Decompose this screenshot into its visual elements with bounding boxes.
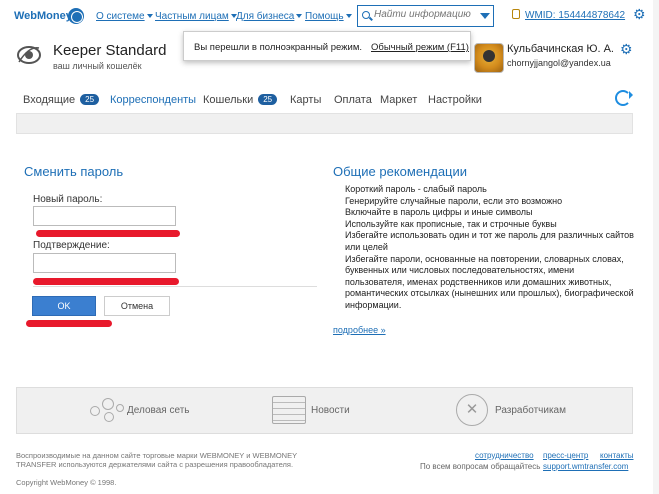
lock-icon — [512, 9, 520, 19]
nav-about[interactable]: О системе — [96, 11, 153, 22]
tab-wallets-label: Кошельки — [203, 94, 254, 106]
ok-button[interactable]: OK — [32, 296, 96, 316]
support-question: По всем вопросам обращайтесь — [420, 462, 541, 471]
chevron-down-icon — [296, 14, 303, 19]
search-input[interactable] — [374, 9, 474, 20]
refresh-icon[interactable] — [615, 90, 633, 106]
tab-settings[interactable]: Настройки — [428, 94, 482, 106]
fullscreen-notice: Вы перешли в полноэкранный режим. Обычны… — [183, 31, 471, 61]
list-item: Генерируйте случайные пароли, если это в… — [345, 195, 563, 206]
toolbar-strip — [16, 113, 633, 134]
user-name: Кульбачинская Ю. А. — [507, 43, 614, 55]
wmid-link[interactable]: WMID: 154444878642 — [525, 10, 625, 21]
tab-correspondents[interactable]: Корреспонденты — [110, 94, 196, 106]
chevron-down-icon — [345, 14, 352, 19]
list-item: Короткий пароль - слабый пароль — [345, 184, 487, 194]
keeper-subtitle: ваш личный кошелёк — [53, 61, 142, 71]
footer-link-contacts[interactable]: контакты — [600, 451, 633, 460]
tab-payment[interactable]: Оплата — [334, 94, 372, 106]
list-item: Используйте как прописные, так и строчны… — [345, 218, 557, 229]
developers-link[interactable]: Разработчикам — [495, 405, 566, 416]
list-item: Избегайте пароли, основанные на повторен… — [345, 253, 634, 310]
nav-business[interactable]: Для бизнеса — [236, 11, 303, 22]
tab-market-label: Маркет — [380, 94, 418, 106]
more-link[interactable]: подробнее » — [333, 325, 386, 335]
legal-notice: Воспроизводимые на данном сайте торговые… — [16, 451, 297, 469]
tools-icon: ✕ — [456, 394, 488, 426]
user-email: chornyjjangol@yandex.ua — [507, 58, 611, 68]
nav-individuals-label: Частным лицам — [155, 11, 229, 22]
gear-icon[interactable]: ⚙ — [633, 7, 647, 21]
search-box — [357, 5, 494, 27]
top-navigation: WebMoney О системе Частным лицам Для биз… — [0, 0, 659, 32]
exit-fullscreen-link[interactable]: Обычный режим (F11) — [371, 42, 469, 53]
tab-wallets[interactable]: Кошельки 25 — [203, 94, 278, 106]
tab-market[interactable]: Маркет — [380, 94, 417, 106]
scrollbar[interactable] — [653, 0, 659, 494]
search-dropdown-icon[interactable] — [475, 6, 493, 26]
redaction-mark — [36, 230, 180, 237]
nav-help[interactable]: Помощь — [305, 11, 352, 22]
gear-icon[interactable]: ⚙ — [620, 41, 633, 58]
recommendations-title: Общие рекомендации — [333, 164, 468, 179]
business-network-link[interactable]: Деловая сеть — [127, 405, 190, 416]
inbox-count-badge: 25 — [80, 94, 100, 105]
news-icon — [272, 396, 306, 424]
new-password-label: Новый пароль: — [33, 194, 103, 205]
tab-inbox[interactable]: Входящие 25 — [23, 94, 100, 106]
wallets-count-badge: 25 — [258, 94, 278, 105]
business-network-icon — [90, 396, 124, 426]
nav-help-label: Помощь — [305, 11, 344, 22]
confirm-password-field[interactable] — [33, 253, 176, 273]
divider — [33, 286, 317, 287]
keeper-title: Keeper Standard — [53, 42, 167, 59]
tab-settings-label: Настройки — [428, 94, 482, 106]
nav-business-label: Для бизнеса — [236, 11, 295, 22]
redaction-mark — [33, 278, 179, 285]
fullscreen-notice-message: Вы перешли в полноэкранный режим. — [194, 42, 363, 53]
brand-logo-text[interactable]: WebMoney — [14, 10, 72, 22]
tab-inbox-label: Входящие — [23, 94, 76, 106]
cancel-button[interactable]: Отмена — [104, 296, 170, 316]
list-item: Избегайте использовать один и тот же пар… — [345, 230, 634, 252]
search-icon[interactable] — [362, 11, 370, 19]
confirm-password-label: Подтверждение: — [33, 240, 110, 251]
nav-about-label: О системе — [96, 11, 145, 22]
tab-cards-label: Карты — [290, 94, 322, 106]
change-password-title: Сменить пароль — [24, 164, 124, 179]
tab-payment-label: Оплата — [334, 94, 372, 106]
copyright: Copyright WebMoney © 1998. — [16, 478, 117, 487]
support-link[interactable]: support.wmtransfer.com — [543, 462, 628, 471]
news-link[interactable]: Новости — [311, 405, 350, 416]
nav-individuals[interactable]: Частным лицам — [155, 11, 237, 22]
footer-link-press[interactable]: пресс-центр — [543, 451, 588, 460]
new-password-field[interactable] — [33, 206, 176, 226]
tab-cards[interactable]: Карты — [290, 94, 321, 106]
footer-link-cooperation[interactable]: сотрудничество — [475, 451, 534, 460]
avatar[interactable] — [474, 43, 504, 73]
tab-correspondents-label: Корреспонденты — [110, 94, 197, 106]
webmoney-globe-icon — [68, 8, 84, 24]
chevron-down-icon — [146, 14, 153, 19]
list-item: Включайте в пароль цифры и иные символы — [345, 207, 533, 218]
recommendations-list: Короткий пароль - слабый пароль Генериру… — [345, 184, 635, 312]
keeper-logo-icon — [17, 46, 41, 64]
redaction-mark — [26, 320, 112, 327]
